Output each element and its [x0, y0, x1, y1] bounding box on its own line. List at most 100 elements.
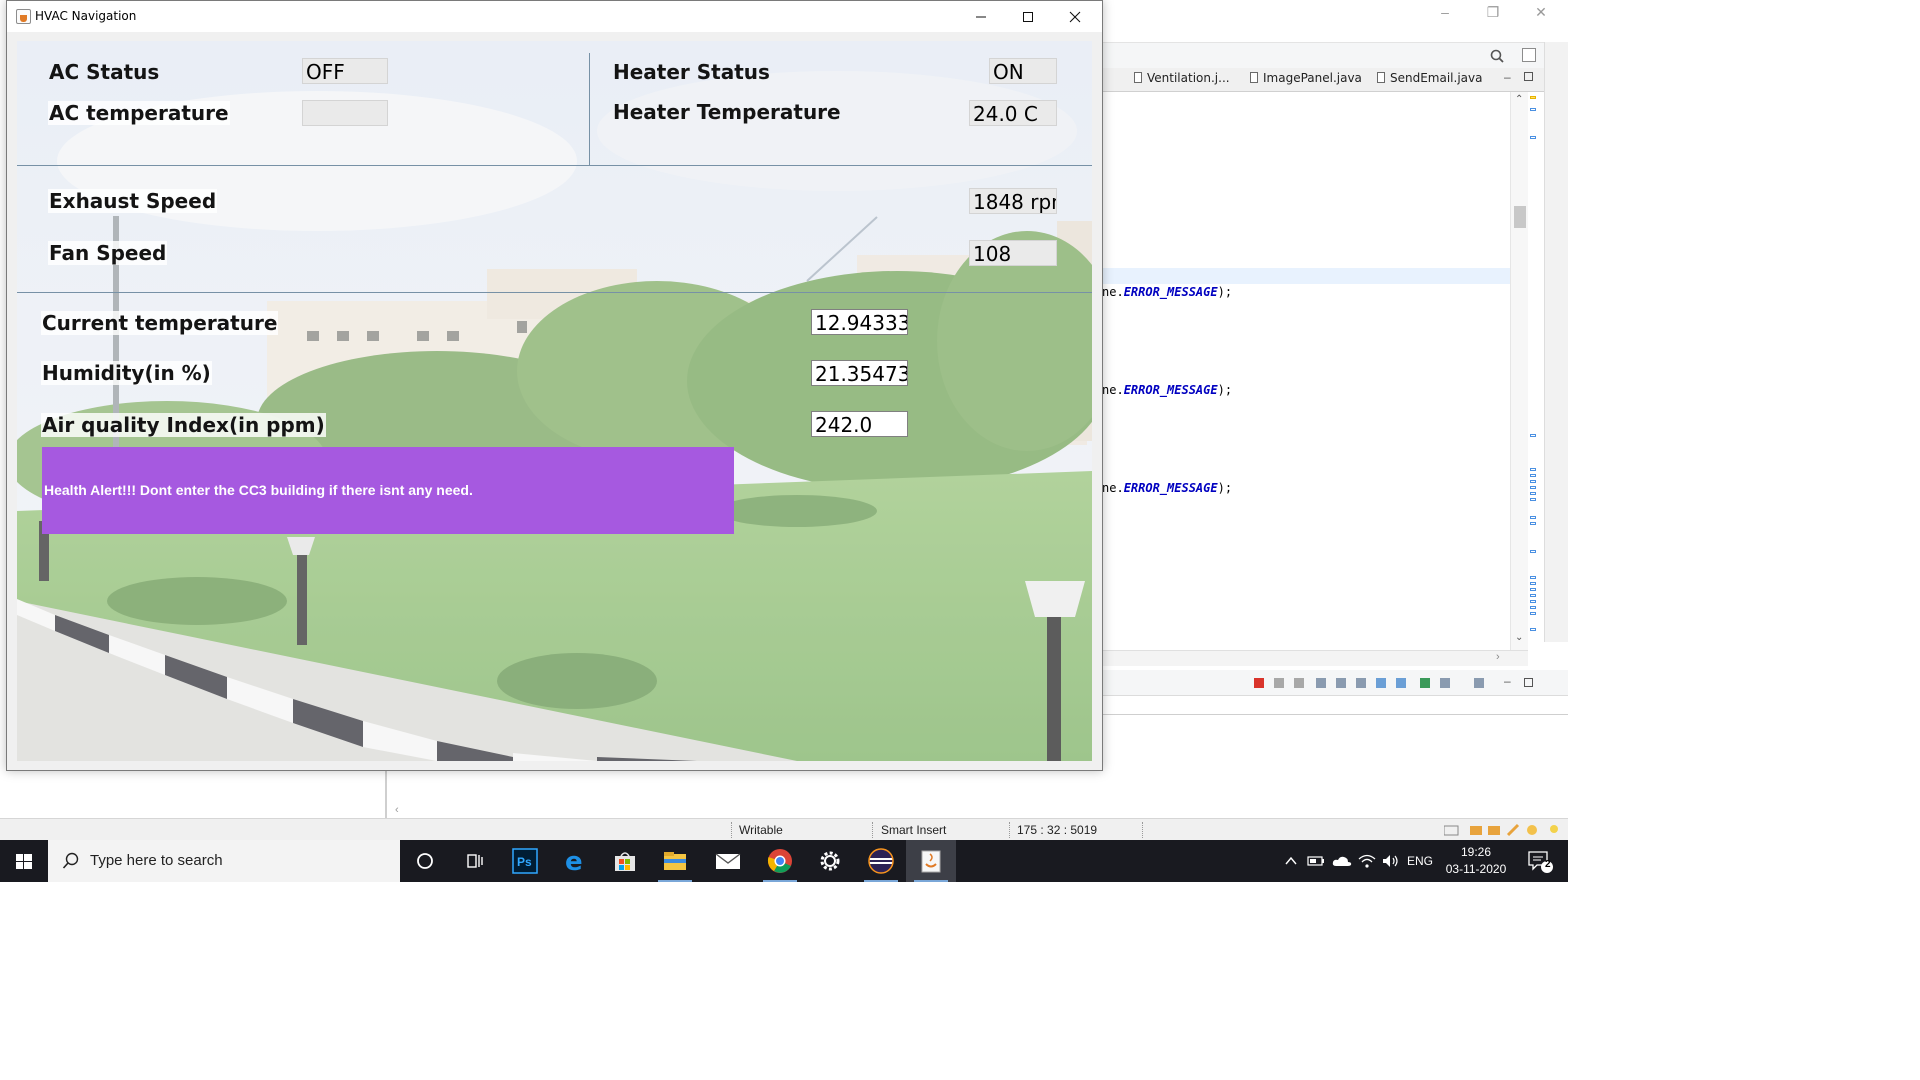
editor-vertical-scrollbar[interactable]: ⌃ ⌄: [1510, 92, 1528, 650]
remove-launch-icon[interactable]: [1274, 678, 1284, 688]
tab-label: Ventilation.j...: [1147, 71, 1230, 85]
scroll-lock-icon[interactable]: [1336, 678, 1346, 688]
show-console-icon[interactable]: [1376, 678, 1386, 688]
language-indicator[interactable]: ENG: [1404, 840, 1436, 882]
ide-status-bar: Writable Smart Insert 175 : 32 : 5019: [0, 818, 1568, 840]
task-view-icon: [467, 854, 483, 868]
status-insert-mode: Smart Insert: [881, 823, 947, 837]
hvac-dashboard-panel: AC Status OFF AC temperature Heater Stat…: [17, 41, 1092, 761]
word-wrap-icon[interactable]: [1356, 678, 1366, 688]
package-explorer-pane[interactable]: [0, 770, 386, 818]
fan-speed-label: Fan Speed: [48, 241, 168, 265]
file-explorer-icon: [664, 852, 686, 870]
settings-button[interactable]: [805, 840, 855, 882]
taskbar-clock[interactable]: 19:26 03-11-2020: [1438, 844, 1514, 878]
action-center-button[interactable]: 2: [1520, 840, 1560, 882]
photoshop-button[interactable]: Ps: [500, 840, 550, 882]
code-editor[interactable]: ne.ERROR_MESSAGE); ne.ERROR_MESSAGE); ne…: [1102, 92, 1510, 650]
code-line: ne.ERROR_MESSAGE);: [1102, 383, 1233, 397]
exhaust-speed-field[interactable]: 1848 rpm: [969, 188, 1057, 214]
show-hidden-icons-button[interactable]: [1280, 840, 1302, 882]
battery-icon: [1307, 856, 1324, 866]
java-app-button[interactable]: [906, 840, 956, 882]
heater-status-label: Heater Status: [613, 60, 770, 84]
cortana-button[interactable]: [400, 840, 450, 882]
speaker-icon: [1383, 855, 1398, 867]
store-icon: [615, 852, 635, 871]
network-button[interactable]: [1355, 840, 1379, 882]
current-temperature-field[interactable]: 12.943333: [811, 309, 908, 335]
heater-temperature-field[interactable]: 24.0 C: [969, 100, 1057, 126]
maximize-button[interactable]: [1005, 1, 1051, 32]
battery-button[interactable]: [1304, 840, 1328, 882]
current-line-highlight: [1102, 268, 1510, 284]
open-console-icon[interactable]: [1420, 678, 1430, 688]
code-line: ne.ERROR_MESSAGE);: [1102, 481, 1233, 495]
remove-all-icon[interactable]: [1294, 678, 1304, 688]
tab-label: ImagePanel.java: [1263, 71, 1362, 85]
svg-text:e: e: [565, 848, 583, 874]
heater-status-field[interactable]: ON: [989, 58, 1057, 84]
fan-speed-field[interactable]: 108: [969, 240, 1057, 266]
file-explorer-button[interactable]: [650, 840, 700, 882]
terminate-icon[interactable]: [1254, 678, 1264, 688]
humidity-label: Humidity(in %): [41, 361, 212, 385]
store-button[interactable]: [600, 840, 650, 882]
hvac-title-bar[interactable]: HVAC Navigation: [7, 1, 1102, 32]
photoshop-icon: Ps: [512, 848, 538, 874]
section-divider: [17, 165, 1092, 166]
edge-button[interactable]: e: [550, 840, 600, 882]
java-icon: [921, 850, 941, 873]
display-console-icon[interactable]: [1440, 678, 1450, 688]
edge-icon: e: [565, 848, 583, 874]
volume-button[interactable]: [1379, 840, 1403, 882]
maximize-view-icon[interactable]: [1524, 678, 1533, 687]
ide-close-icon[interactable]: ✕: [1518, 0, 1564, 28]
eclipse-button[interactable]: [856, 840, 906, 882]
new-console-icon[interactable]: [1474, 678, 1484, 688]
ide-restore-icon[interactable]: ❐: [1470, 0, 1516, 28]
scroll-up-icon[interactable]: ⌃: [1515, 94, 1523, 105]
java-app-icon: [16, 9, 31, 24]
ide-minimize-icon[interactable]: –: [1422, 0, 1468, 28]
windows-taskbar: Type here to search Ps e ENG 19:26 03-11…: [0, 840, 1568, 882]
scroll-left-icon[interactable]: ‹: [395, 804, 399, 816]
notification-count-badge: 2: [1545, 859, 1551, 870]
svg-text:Ps: Ps: [517, 855, 532, 869]
pin-console-icon[interactable]: [1396, 678, 1406, 688]
status-cursor-position: 175 : 32 : 5019: [1017, 823, 1098, 837]
ac-status-field[interactable]: OFF: [302, 58, 388, 84]
close-button[interactable]: [1052, 1, 1098, 32]
minimize-button[interactable]: [958, 1, 1004, 32]
search-icon[interactable]: [1490, 49, 1504, 63]
humidity-field[interactable]: 21.3547376: [811, 360, 908, 386]
clear-console-icon[interactable]: [1316, 678, 1326, 688]
minimize-icon: [976, 16, 986, 17]
start-button[interactable]: [0, 840, 48, 882]
ac-temperature-field[interactable]: [302, 100, 388, 126]
tab-ventilation[interactable]: Ventilation.j...: [1134, 71, 1230, 85]
mail-button[interactable]: [703, 840, 753, 882]
overview-ruler[interactable]: [1528, 92, 1540, 650]
minimize-editor-icon[interactable]: –: [1504, 70, 1511, 84]
tab-sendemail[interactable]: SendEmail.java: [1377, 71, 1482, 85]
onedrive-button[interactable]: [1330, 840, 1354, 882]
scroll-down-icon[interactable]: ⌄: [1515, 632, 1523, 643]
task-view-button[interactable]: [450, 840, 500, 882]
maximize-editor-icon[interactable]: [1524, 72, 1533, 81]
ac-temperature-label: AC temperature: [48, 101, 230, 125]
tab-imagepanel[interactable]: ImagePanel.java: [1250, 71, 1362, 85]
mail-icon: [715, 853, 741, 869]
chrome-icon: [767, 849, 792, 873]
exhaust-speed-label: Exhaust Speed: [48, 189, 218, 213]
minimize-view-icon[interactable]: –: [1504, 674, 1511, 688]
scrollbar-thumb[interactable]: [1514, 206, 1526, 228]
scroll-right-icon[interactable]: ›: [1496, 651, 1500, 663]
section-divider-vertical: [589, 53, 590, 165]
taskbar-search-box[interactable]: Type here to search: [48, 840, 400, 882]
chrome-button[interactable]: [755, 840, 805, 882]
open-perspective-icon[interactable]: [1522, 48, 1536, 62]
heater-temperature-label: Heater Temperature: [613, 100, 841, 124]
air-quality-field[interactable]: 242.0: [811, 411, 908, 437]
editor-horizontal-scrollbar[interactable]: ›: [1102, 650, 1528, 666]
